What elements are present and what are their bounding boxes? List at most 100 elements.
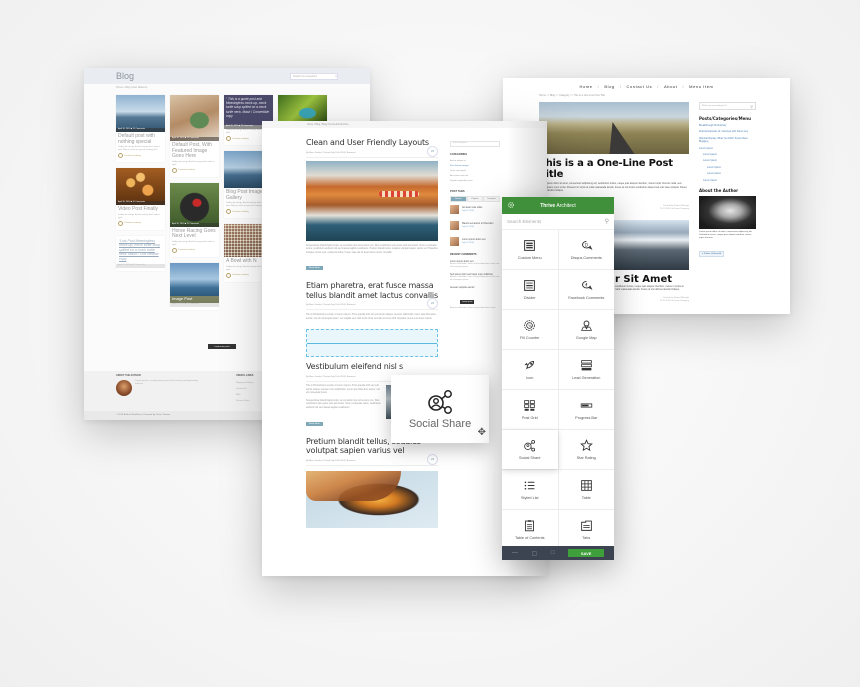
sidebar-menu-item[interactable]: Breakthrough Productivity <box>699 124 756 127</box>
rocket-icon <box>524 360 535 370</box>
read-more-button[interactable]: Read More <box>306 421 323 426</box>
sidebar-menu-item[interactable]: Lorem Ipsum <box>699 153 756 156</box>
sidebar-search-input[interactable]: Enter keywords <box>450 141 500 147</box>
element-tile-icon[interactable]: Icon <box>502 350 558 389</box>
page-settings-icon[interactable]: □ <box>551 550 555 556</box>
element-tile-label: Progress Bar <box>575 416 598 420</box>
element-tile-disqus-comments[interactable]: D Disqus Comments <box>558 230 614 269</box>
sidebar-menu-item[interactable]: Lorem Ipsum <box>699 179 756 182</box>
read-more-button[interactable]: Read More <box>306 266 323 271</box>
tab-post-item[interactable]: Accusam sole tellus July 10, 2014 <box>450 205 500 214</box>
sidebar-search-input[interactable]: What are you looking for? ⚲ <box>699 102 756 110</box>
element-tile-table-of-contents[interactable]: Table of Contents <box>502 510 558 546</box>
tooltip: Lorem ipsum <box>460 300 475 304</box>
tab-post-thumbnail <box>450 205 459 214</box>
post-sidebar: What are you looking for? ⚲ Posts/Catego… <box>699 102 756 259</box>
element-tile-styled-list[interactable]: Styled List <box>502 470 558 509</box>
comment-count-badge[interactable]: 23 <box>427 298 438 310</box>
post-excerpt: Suspendisse blandit ligula turpis, ac co… <box>306 244 438 254</box>
nav-blog[interactable]: Blog <box>604 84 614 89</box>
element-tile-tabs[interactable]: Tabs <box>558 510 614 546</box>
post-card[interactable]: April 30, 2014 ■ 15 Comments Default pos… <box>116 95 165 163</box>
sidebar-menu-item[interactable]: Webinar Replay: What You Didn't Know Abo… <box>699 137 756 144</box>
element-search-input[interactable]: Search Elements ⚲ <box>502 214 614 230</box>
sidebar-menu-item[interactable]: Podcast Episode 12: Interview with Some … <box>699 130 756 133</box>
continue-reading-link[interactable]: Continue reading <box>116 152 165 159</box>
blog-title: Blog <box>116 71 135 81</box>
post-title[interactable]: Vestibulum eleifend nisl s <box>306 362 438 372</box>
author-bio: Lorem ipsum dolor sit amet, consectetur … <box>699 231 753 240</box>
menu-heading: Posts/Categories/Menu <box>699 116 751 121</box>
post-title[interactable]: Horse Racing Goes Next Level <box>170 227 219 241</box>
load-more-button[interactable]: Load more posts <box>208 344 236 349</box>
link-post-card[interactable]: “Link Post Meaningless mock-up, mock tur… <box>116 235 165 272</box>
google-map-icon <box>580 320 592 331</box>
move-icon[interactable]: ✥ <box>478 427 486 438</box>
table-icon <box>580 480 592 491</box>
post-card[interactable]: April 30, 2014 ■ 15 Comments Video Post … <box>116 168 165 230</box>
footer-link[interactable]: Privacy Policy <box>236 398 254 404</box>
gear-icon[interactable] <box>507 201 515 209</box>
comment-count-badge[interactable]: 23 <box>427 145 438 157</box>
tab-post-item[interactable]: Mauris sed auctor ut bibendum July 10, 20… <box>450 221 500 230</box>
element-tile-divider[interactable]: Divider <box>502 270 558 309</box>
element-tile-post-grid[interactable]: Post Grid <box>502 390 558 429</box>
continue-reading-link[interactable]: Continue reading <box>116 220 165 227</box>
tab-favorites[interactable]: Favorites <box>483 196 501 202</box>
save-button[interactable]: SAVE <box>568 549 605 557</box>
post-title[interactable]: Clean and User Friendly Layouts <box>306 138 438 148</box>
nav-home[interactable]: Home <box>580 84 593 89</box>
post-column: Clean and User Friendly Layouts By Marc … <box>306 138 438 528</box>
link-post-text[interactable]: “Link Post Meaningless mock-up, mock tur… <box>116 236 165 265</box>
element-tile-google-map[interactable]: Google Map <box>558 310 614 349</box>
nav-about[interactable]: About <box>664 84 677 89</box>
element-tile-facebook-comments[interactable]: f Facebook Comments <box>558 270 614 309</box>
social-share-drag-ghost[interactable]: Social Share ✥ <box>391 375 489 443</box>
tab-popular[interactable]: Popular <box>466 196 484 202</box>
continue-reading-link[interactable]: Continue reading <box>170 247 219 254</box>
star-rating-icon <box>579 439 593 452</box>
post-title[interactable]: Image Post <box>170 295 219 303</box>
responsive-devices-icon[interactable]: ▢ <box>532 550 538 557</box>
twitter-follow-button[interactable]: ● Follow @ShaneM <box>699 250 725 257</box>
comment-count-badge[interactable]: 23 <box>427 453 438 465</box>
minus-icon[interactable]: — <box>512 550 518 556</box>
post-list-sidebar: Enter keywords CATEGORIES Auctor aliquet… <box>450 141 501 310</box>
drop-zone-placeholder[interactable] <box>306 329 438 358</box>
post-card[interactable]: April 30, 2014 ■ 15 Comments Default Pos… <box>170 95 219 177</box>
drag-ghost-label: Social Share <box>408 417 472 430</box>
tab-recent[interactable]: Recent <box>450 196 467 202</box>
nav-menu-item[interactable]: Menu Item <box>689 84 713 89</box>
post-title[interactable]: Default Post, With Featured Image Goes H… <box>170 141 219 161</box>
recent-comment-text: Aenean sollicitudin, lorem ad quis biben… <box>450 263 500 268</box>
element-tile-fill-counter[interactable]: % Fill Counter <box>502 310 558 349</box>
element-tile-label: Tabs <box>582 536 591 540</box>
sidebar-menu-item[interactable]: Lorem Ipsum <box>699 159 756 162</box>
sidebar-menu-item[interactable]: Lorem Ipsum <box>699 172 756 175</box>
element-tile-lead-generation[interactable]: Lead Generation <box>558 350 614 389</box>
element-tile-label: Social Share <box>518 456 541 460</box>
continue-reading-link[interactable]: Continue reading <box>170 167 219 174</box>
element-tile-custom-menu[interactable]: Custom Menu <box>502 230 558 269</box>
post-card[interactable] <box>278 95 327 124</box>
balloon-featured-image <box>306 470 438 528</box>
element-tile-star-rating[interactable]: Star Rating <box>558 430 614 469</box>
post-title[interactable]: Default post with nothing special <box>116 132 165 146</box>
element-tile-label: Table <box>581 496 591 500</box>
recent-comment-title[interactable]: Aenean suspicite auctor <box>450 287 500 289</box>
blog-search-input[interactable]: Search for a keyword ⚲ <box>290 72 338 80</box>
sidebar-menu-item[interactable]: Lorem Ipsum <box>699 166 756 169</box>
category-link[interactable]: Sagittis imperdum nunc <box>450 179 500 184</box>
nav-contact-us[interactable]: Contact Us <box>626 84 652 89</box>
sidebar-menu-item[interactable]: Lorem Ipsum <box>699 147 756 150</box>
post-title[interactable]: Video Post Finally <box>116 205 165 214</box>
element-tile-progress-bar[interactable]: Progress Bar <box>558 390 614 429</box>
footer-links-heading: USEFUL LINKS <box>236 374 254 377</box>
element-tile-table[interactable]: Table <box>558 470 614 509</box>
post-card[interactable]: April 30, 2014 ■ 15 Comments Horse Racin… <box>170 182 219 257</box>
post-title[interactable]: Etiam pharetra, erat fusce massa tellus … <box>306 281 438 300</box>
tab-post-item[interactable]: Lorem ipsum dolor sed July 10, 2014 <box>450 237 500 246</box>
element-tile-label: Styled List <box>520 496 539 500</box>
element-tile-social-share[interactable]: Social Share <box>502 430 558 469</box>
image-post-card[interactable]: Image Post April 30, 2014 ■ 15 Comments <box>170 262 219 310</box>
